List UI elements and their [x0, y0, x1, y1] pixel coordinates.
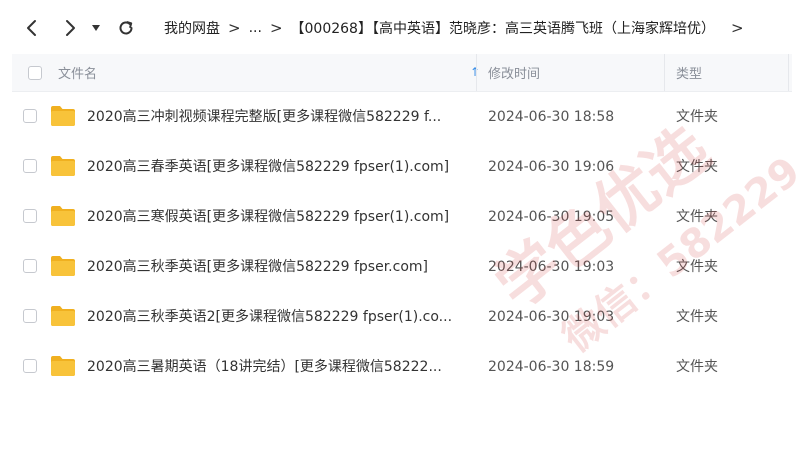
file-name[interactable]: 2020高三秋季英语[更多课程微信582229 fpser.com] — [87, 242, 428, 292]
column-divider[interactable] — [788, 54, 789, 91]
folder-icon — [51, 256, 75, 276]
modified-time: 2024-06-30 19:06 — [488, 159, 615, 175]
file-type: 文件夹 — [676, 109, 718, 125]
table-row[interactable]: 2020高三冲刺视频课程完整版[更多课程微信582229 f... 2024-0… — [12, 92, 792, 142]
table-row[interactable]: 2020高三秋季英语2[更多课程微信582229 fpser(1).co... … — [12, 292, 792, 342]
file-name[interactable]: 2020高三春季英语[更多课程微信582229 fpser(1).com] — [87, 142, 449, 192]
file-name[interactable]: 2020高三暑期英语（18讲完结）[更多课程微信58222... — [87, 342, 442, 392]
breadcrumb-separator: > — [228, 19, 241, 37]
column-header-name-label: 文件名 — [58, 67, 98, 82]
file-type: 文件夹 — [676, 209, 718, 225]
column-header-type-label: 类型 — [676, 67, 703, 82]
column-divider[interactable] — [476, 54, 477, 91]
column-header-modified-label: 修改时间 — [488, 67, 541, 82]
row-checkbox[interactable] — [23, 159, 37, 173]
select-all-checkbox[interactable] — [28, 65, 42, 80]
column-header-type[interactable]: 类型 — [676, 54, 702, 91]
sort-ascending-icon[interactable]: ↑ — [470, 65, 480, 79]
file-type: 文件夹 — [676, 359, 718, 375]
row-checkbox[interactable] — [23, 309, 37, 323]
file-name[interactable]: 2020高三冲刺视频课程完整版[更多课程微信582229 f... — [87, 92, 441, 142]
refresh-button[interactable] — [114, 16, 138, 40]
chevron-right-icon — [66, 20, 75, 36]
breadcrumb-item-current[interactable]: 【000268】【高中英语】范晓彦：高三英语腾飞班（上海家辉培优） — [291, 18, 715, 38]
breadcrumb-item-ellipsis[interactable]: ... — [249, 20, 262, 36]
select-all-cell — [28, 54, 42, 91]
row-checkbox[interactable] — [23, 359, 37, 373]
folder-icon — [51, 206, 75, 226]
dropdown-caret-icon — [92, 25, 100, 31]
row-checkbox[interactable] — [23, 259, 37, 273]
refresh-icon — [119, 21, 133, 35]
breadcrumb-more-button[interactable]: > — [731, 19, 744, 37]
back-button[interactable] — [20, 16, 44, 40]
modified-time: 2024-06-30 19:03 — [488, 309, 615, 325]
folder-icon — [51, 306, 75, 326]
file-type: 文件夹 — [676, 259, 718, 275]
modified-time: 2024-06-30 19:03 — [488, 259, 615, 275]
modified-time: 2024-06-30 19:05 — [488, 209, 615, 225]
breadcrumb-separator: > — [269, 19, 283, 37]
folder-icon — [51, 356, 75, 376]
row-checkbox[interactable] — [23, 109, 37, 123]
modified-time: 2024-06-30 18:59 — [488, 359, 615, 375]
table-row[interactable]: 2020高三暑期英语（18讲完结）[更多课程微信58222... 2024-06… — [12, 342, 792, 392]
history-dropdown-button[interactable] — [88, 16, 104, 40]
table-row[interactable]: 2020高三寒假英语[更多课程微信582229 fpser(1).com] 20… — [12, 192, 792, 242]
folder-icon — [51, 106, 75, 126]
folder-icon — [51, 156, 75, 176]
file-name[interactable]: 2020高三秋季英语2[更多课程微信582229 fpser(1).co... — [87, 292, 452, 342]
chevron-left-icon — [27, 20, 36, 36]
breadcrumb-item-root[interactable]: 我的网盘 — [164, 18, 220, 38]
table-header: 文件名 ↑ 修改时间 类型 — [12, 54, 792, 92]
file-name[interactable]: 2020高三寒假英语[更多课程微信582229 fpser(1).com] — [87, 192, 449, 242]
column-header-name[interactable]: 文件名 ↑ — [58, 54, 482, 91]
table-row[interactable]: 2020高三秋季英语[更多课程微信582229 fpser.com] 2024-… — [12, 242, 792, 292]
row-checkbox[interactable] — [23, 209, 37, 223]
file-type: 文件夹 — [676, 159, 718, 175]
forward-button[interactable] — [58, 16, 82, 40]
file-list: 2020高三冲刺视频课程完整版[更多课程微信582229 f... 2024-0… — [12, 92, 792, 392]
file-type: 文件夹 — [676, 309, 718, 325]
column-header-modified[interactable]: 修改时间 — [488, 54, 540, 91]
table-row[interactable]: 2020高三春季英语[更多课程微信582229 fpser(1).com] 20… — [12, 142, 792, 192]
modified-time: 2024-06-30 18:58 — [488, 109, 615, 125]
toolbar: 我的网盘 > ... > 【000268】【高中英语】范晓彦：高三英语腾飞班（上… — [0, 0, 800, 56]
breadcrumb: 我的网盘 > ... > 【000268】【高中英语】范晓彦：高三英语腾飞班（上… — [164, 16, 752, 40]
column-divider[interactable] — [664, 54, 665, 91]
